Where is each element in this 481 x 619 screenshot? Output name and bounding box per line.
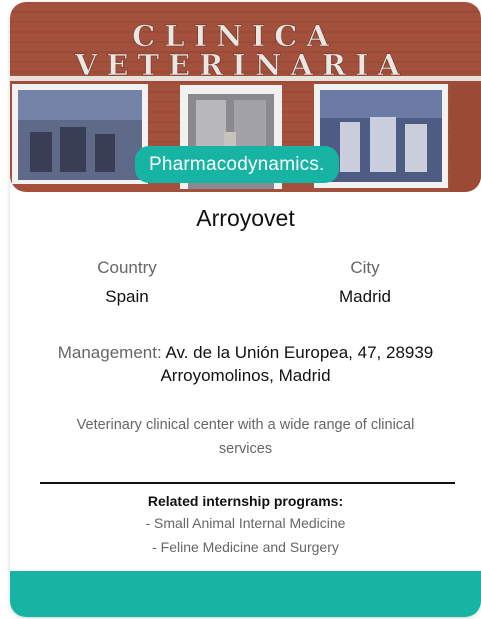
city-value: Madrid bbox=[339, 287, 391, 306]
country-block: Country Spain bbox=[37, 258, 217, 307]
country-label: Country bbox=[97, 258, 157, 277]
city-block: City Madrid bbox=[275, 258, 455, 307]
management-label: Management: bbox=[57, 343, 162, 362]
clinic-card[interactable]: CLINICA VETERINARIA Pharmacodynamics. Ar… bbox=[10, 2, 481, 617]
card-footer-bar[interactable] bbox=[10, 571, 481, 617]
clinic-photo: CLINICA VETERINARIA Pharmacodynamics. bbox=[10, 2, 481, 192]
management-address: Management: Av. de la Unión Europea, 47,… bbox=[30, 341, 461, 387]
related-programs: Related internship programs: - Small Ani… bbox=[10, 491, 481, 559]
city-label: City bbox=[350, 258, 380, 277]
country-value: Spain bbox=[105, 287, 149, 306]
related-programs-title: Related internship programs: bbox=[147, 493, 344, 509]
related-program-item[interactable]: - Feline Medicine and Surgery bbox=[10, 535, 481, 559]
clinic-description: Veterinary clinical center with a wide r… bbox=[76, 417, 415, 457]
divider bbox=[40, 482, 455, 484]
management-value: Av. de la Unión Europea, 47, 28939 Arroy… bbox=[160, 343, 434, 385]
specialty-badge: Pharmacodynamics. bbox=[135, 146, 339, 183]
sign-line-2: VETERINARIA bbox=[74, 48, 409, 82]
related-program-item[interactable]: - Small Animal Internal Medicine bbox=[10, 511, 481, 535]
clinic-name: Arroyovet bbox=[196, 205, 295, 231]
